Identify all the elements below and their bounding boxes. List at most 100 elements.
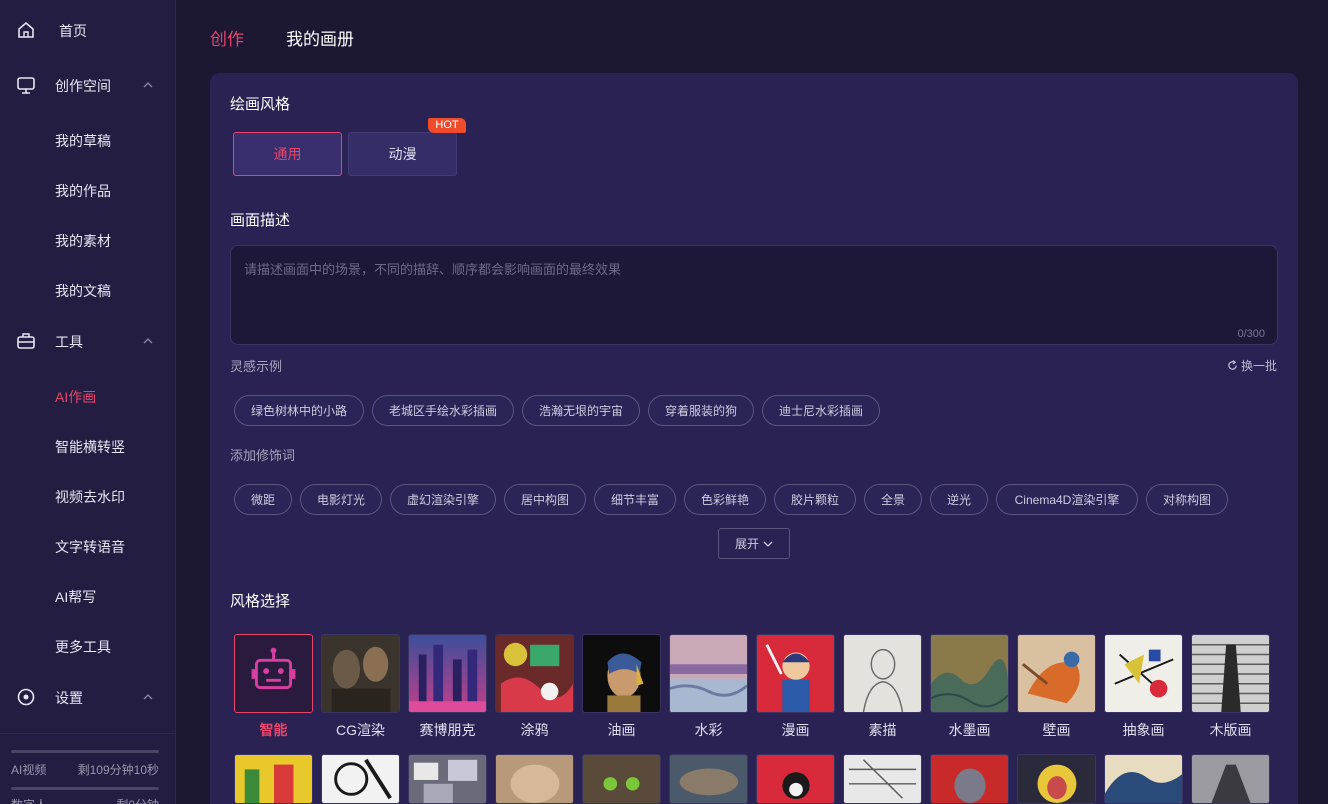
chevron-up-icon <box>143 82 153 88</box>
monitor-icon <box>17 77 35 94</box>
inspiration-title: 灵感示例 <box>230 359 283 374</box>
style-thumb-row2[interactable] <box>234 754 313 804</box>
inspiration-chip[interactable]: 浩瀚无垠的宇宙 <box>522 395 640 426</box>
char-count: 0/300 <box>1237 328 1265 340</box>
chevron-up-icon <box>143 338 153 344</box>
modifier-chip[interactable]: 逆光 <box>930 484 988 515</box>
style-thumb-woodcut[interactable] <box>1191 634 1270 713</box>
expand-button[interactable]: 展开 <box>718 528 790 559</box>
inspiration-chip[interactable]: 穿着服装的狗 <box>648 395 754 426</box>
style-label: 漫画 <box>781 722 810 738</box>
toolbox-icon <box>17 333 35 349</box>
inspiration-chip[interactable]: 迪士尼水彩插画 <box>762 395 880 426</box>
sidebar-item-works[interactable]: 我的作品 <box>55 181 111 201</box>
quota-bar-video <box>11 750 159 753</box>
sidebar-item-text-to-speech[interactable]: 文字转语音 <box>55 537 125 557</box>
sidebar-item-ai-painting[interactable]: AI作画 <box>55 387 96 407</box>
style-label: 水墨画 <box>948 722 991 738</box>
style-thumb-row2[interactable] <box>495 754 574 804</box>
sidebar-item-settings[interactable]: 设置 <box>0 673 176 723</box>
inspiration-chip[interactable]: 绿色树林中的小路 <box>234 395 364 426</box>
style-thumb-cyberpunk[interactable] <box>408 634 487 713</box>
chevron-up-icon <box>143 694 153 700</box>
style-label: 水彩 <box>694 722 723 738</box>
sidebar: 首页 创作空间 我的草稿 我的作品 我的素材 我的文稿 工具 AI作画 智能横转… <box>0 0 176 804</box>
style-option-general[interactable]: 通用 <box>233 132 342 176</box>
modifier-chip[interactable]: 全景 <box>864 484 922 515</box>
painting-style-title: 绘画风格 <box>230 96 291 113</box>
style-label: 壁画 <box>1042 722 1071 738</box>
description-input[interactable] <box>231 246 1277 344</box>
modifier-chip[interactable]: 居中构图 <box>504 484 586 515</box>
quota-label-avatar: 数字人 <box>11 796 47 804</box>
style-thumb-oil[interactable] <box>582 634 661 713</box>
style-label: CG渲染 <box>336 722 385 738</box>
refresh-button[interactable]: 换一批 <box>1227 357 1277 374</box>
style-thumb-row2[interactable] <box>321 754 400 804</box>
style-thumb-row2[interactable] <box>1017 754 1096 804</box>
style-thumb-graffiti[interactable] <box>495 634 574 713</box>
style-thumb-row2[interactable] <box>930 754 1009 804</box>
style-select-title: 风格选择 <box>230 593 291 610</box>
sidebar-item-home[interactable]: 首页 <box>0 6 176 56</box>
sidebar-item-materials[interactable]: 我的素材 <box>55 231 111 251</box>
tab-album[interactable]: 我的画册 <box>286 29 354 51</box>
sidebar-item-landscape-to-portrait[interactable]: 智能横转竖 <box>55 437 125 457</box>
home-icon <box>18 21 34 38</box>
description-box: 0/300 <box>230 245 1278 345</box>
sidebar-item-drafts[interactable]: 我的草稿 <box>55 131 111 151</box>
style-thumb-cg[interactable] <box>321 634 400 713</box>
style-thumb-row2[interactable] <box>1191 754 1270 804</box>
style-label: 涂鸦 <box>520 722 549 738</box>
expand-label: 展开 <box>734 537 759 551</box>
style-label: 素描 <box>868 722 897 738</box>
style-label: 油画 <box>607 722 636 738</box>
quota-value-avatar: 剩0分钟 <box>116 796 159 804</box>
modifiers-title: 添加修饰词 <box>230 448 296 463</box>
sidebar-item-label: 工具 <box>55 334 83 350</box>
modifier-chip[interactable]: 色彩鲜艳 <box>684 484 766 515</box>
sidebar-item-documents[interactable]: 我的文稿 <box>55 281 111 301</box>
style-label: 智能 <box>259 722 288 738</box>
modifier-chip[interactable]: Cinema4D渲染引擎 <box>996 484 1138 515</box>
sidebar-item-ai-writing[interactable]: AI帮写 <box>55 587 96 607</box>
style-thumb-row2[interactable] <box>1104 754 1183 804</box>
quota-label-video: AI视频 <box>11 763 47 777</box>
style-thumb-ink[interactable] <box>930 634 1009 713</box>
modifier-chip[interactable]: 细节丰富 <box>594 484 676 515</box>
robot-icon <box>235 635 312 712</box>
style-thumb-mural[interactable] <box>1017 634 1096 713</box>
modifier-chip[interactable]: 电影灯光 <box>300 484 382 515</box>
description-title: 画面描述 <box>230 212 291 229</box>
sidebar-item-remove-watermark[interactable]: 视频去水印 <box>55 487 125 507</box>
chevron-down-icon <box>763 541 773 547</box>
style-thumb-sketch[interactable] <box>843 634 922 713</box>
style-thumb-abstract[interactable] <box>1104 634 1183 713</box>
modifier-chip[interactable]: 胶片颗粒 <box>774 484 856 515</box>
style-thumb-row2[interactable] <box>756 754 835 804</box>
modifier-chip[interactable]: 对称构图 <box>1146 484 1228 515</box>
modifier-chip[interactable]: 微距 <box>234 484 292 515</box>
inspiration-chip[interactable]: 老城区手绘水彩插画 <box>372 395 514 426</box>
style-thumb-row2[interactable] <box>669 754 748 804</box>
style-thumb-watercolor[interactable] <box>669 634 748 713</box>
sidebar-item-tools[interactable]: 工具 <box>0 317 176 367</box>
style-thumb-row2[interactable] <box>408 754 487 804</box>
sidebar-item-label: 创作空间 <box>55 78 111 94</box>
style-thumb-smart[interactable] <box>234 634 313 713</box>
tab-create[interactable]: 创作 <box>210 29 244 51</box>
sidebar-item-label: 首页 <box>59 23 87 39</box>
quota-value-video: 剩109分钟10秒 <box>77 763 159 777</box>
style-label: 木版画 <box>1209 722 1252 738</box>
quota-panel: AI视频 剩109分钟10秒 数字人 剩0分钟 <box>0 733 176 804</box>
sidebar-item-create-space[interactable]: 创作空间 <box>0 61 176 111</box>
sidebar-item-more-tools[interactable]: 更多工具 <box>55 637 111 657</box>
style-label: 赛博朋克 <box>419 722 476 738</box>
style-thumb-row2[interactable] <box>582 754 661 804</box>
style-thumb-row2[interactable] <box>843 754 922 804</box>
style-thumb-comic[interactable] <box>756 634 835 713</box>
style-option-anime[interactable]: 动漫 <box>348 132 457 176</box>
modifier-chip[interactable]: 虚幻渲染引擎 <box>390 484 496 515</box>
style-label: 抽象画 <box>1122 722 1165 738</box>
refresh-icon <box>1228 360 1237 370</box>
